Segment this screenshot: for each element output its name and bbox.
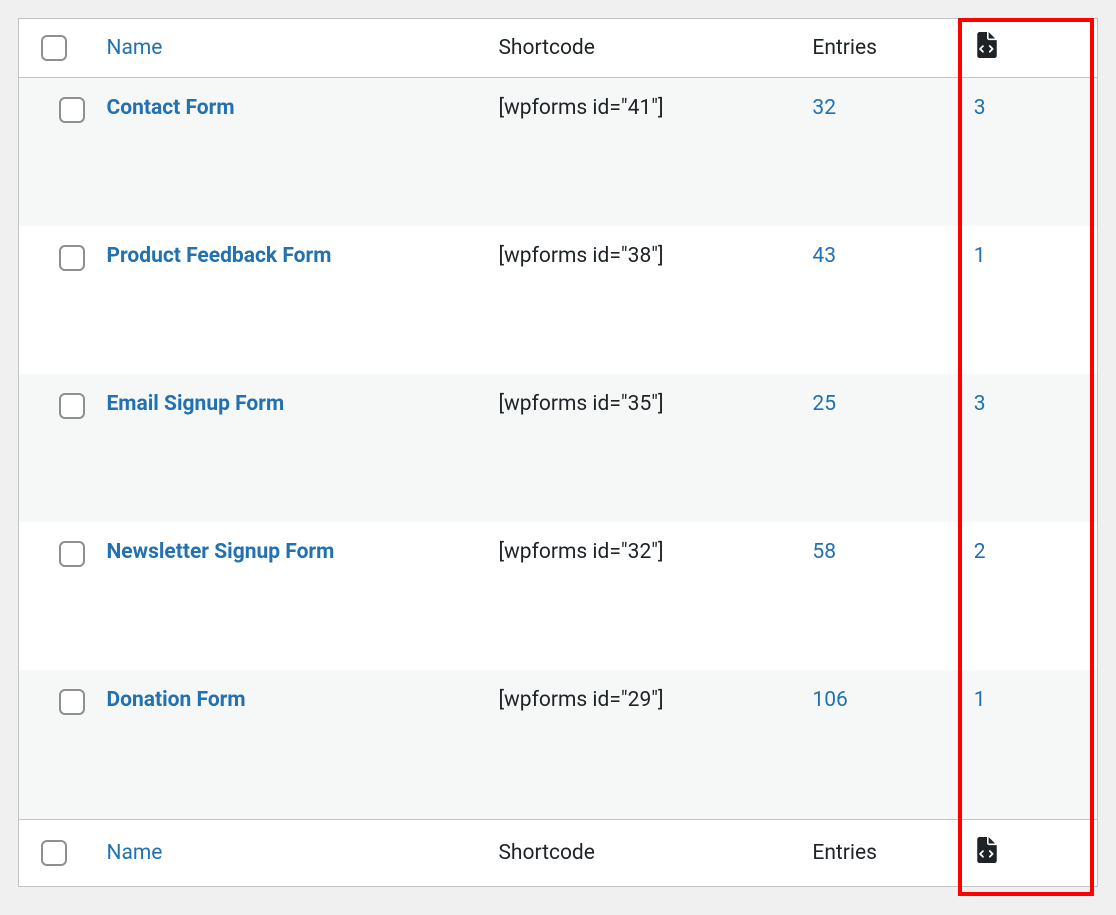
select-all-checkbox-bottom[interactable] [41,840,67,866]
row-checkbox[interactable] [59,97,85,123]
shortcode-text: [wpforms id="41"] [498,96,663,120]
entries-count-link[interactable]: 106 [812,688,847,712]
table-row: Contact Form [wpforms id="41"] 32 3 [19,78,1098,226]
locations-count-link[interactable]: 1 [974,688,986,712]
form-name-link[interactable]: Email Signup Form [106,392,284,416]
shortcode-text: [wpforms id="38"] [498,244,663,268]
column-shortcode-label: Shortcode [498,36,594,60]
table-header: Name Shortcode Entries [19,19,1098,78]
locations-count-link[interactable]: 3 [974,392,986,416]
forms-table: Name Shortcode Entries [18,18,1098,887]
shortcode-text: [wpforms id="32"] [498,540,663,564]
form-name-link[interactable]: Newsletter Signup Form [106,540,334,564]
select-all-checkbox-top[interactable] [41,35,67,61]
column-name-sort-footer[interactable]: Name [106,841,162,865]
entries-count-link[interactable]: 43 [812,244,836,268]
row-checkbox[interactable] [59,689,85,715]
locations-count-link[interactable]: 2 [974,540,986,564]
table-row: Product Feedback Form [wpforms id="38"] … [19,226,1098,374]
file-code-icon [974,837,1000,869]
column-name-sort[interactable]: Name [106,36,162,60]
entries-count-link[interactable]: 32 [812,96,836,120]
column-entries-label: Entries [812,36,877,60]
row-checkbox[interactable] [59,245,85,271]
entries-count-link[interactable]: 58 [812,540,836,564]
page-wrapper: Name Shortcode Entries [0,0,1116,915]
shortcode-text: [wpforms id="29"] [498,688,663,712]
entries-count-link[interactable]: 25 [812,392,836,416]
table-row: Email Signup Form [wpforms id="35"] 25 3 [19,374,1098,522]
locations-count-link[interactable]: 1 [974,244,986,268]
form-name-link[interactable]: Product Feedback Form [106,244,331,268]
column-shortcode-label-footer: Shortcode [498,841,594,865]
locations-count-link[interactable]: 3 [974,96,986,120]
table-row: Donation Form [wpforms id="29"] 106 1 [19,670,1098,820]
form-name-link[interactable]: Donation Form [106,688,245,712]
form-name-link[interactable]: Contact Form [106,96,234,120]
column-entries-label-footer: Entries [812,841,877,865]
file-code-icon [974,32,1000,64]
shortcode-text: [wpforms id="35"] [498,392,663,416]
table-footer: Name Shortcode Entries [19,820,1098,887]
table-row: Newsletter Signup Form [wpforms id="32"]… [19,522,1098,670]
row-checkbox[interactable] [59,541,85,567]
table-body: Contact Form [wpforms id="41"] 32 3 Prod… [19,78,1098,820]
row-checkbox[interactable] [59,393,85,419]
